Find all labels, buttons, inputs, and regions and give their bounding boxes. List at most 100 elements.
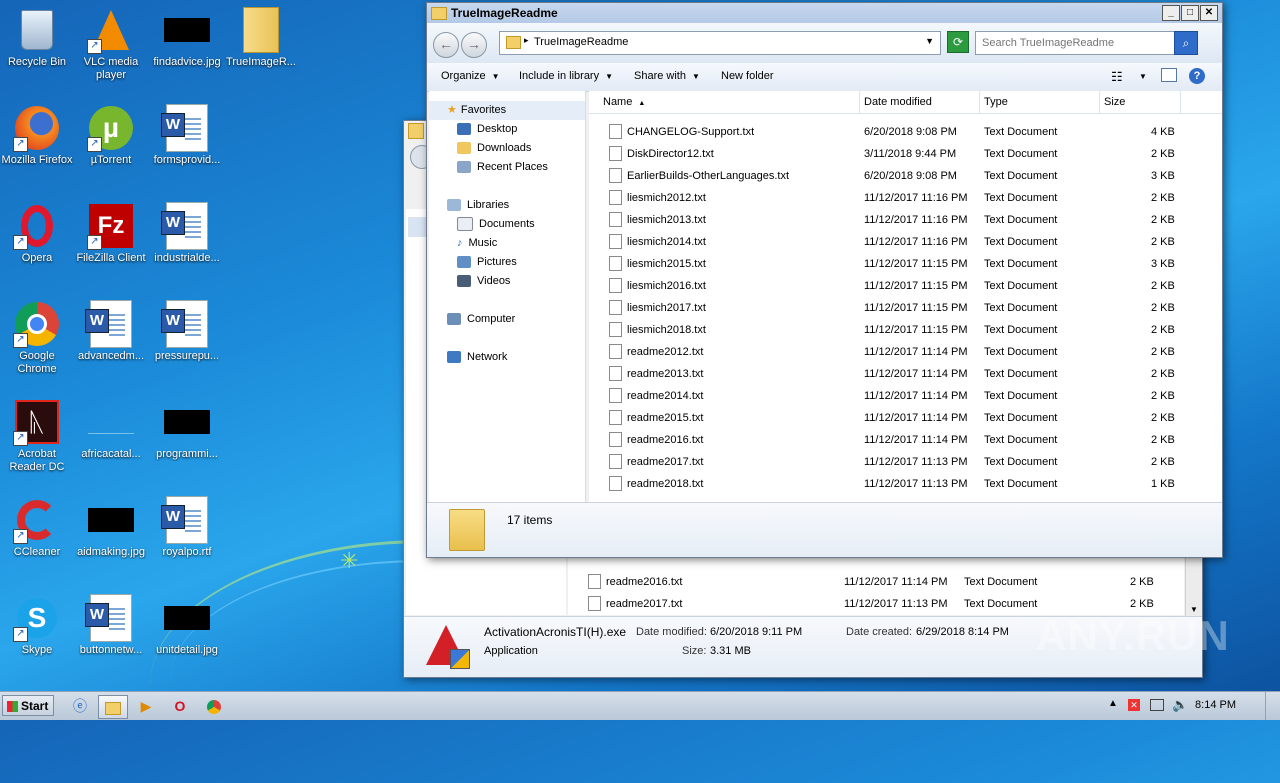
file-row[interactable]: readme2014.txt 11/12/2017 11:14 PM Text Do… [589, 385, 1222, 407]
nav-downloads[interactable]: Downloads [457, 139, 531, 158]
filezilla-icon: Fz ↗ [87, 202, 135, 250]
chrome-taskbar-icon[interactable] [200, 695, 228, 717]
start-button[interactable]: Start [2, 695, 54, 716]
desktop-icon-aidmaking[interactable]: aidmaking.jpg [74, 496, 148, 559]
tray-expand-icon[interactable]: ▲ [1108, 698, 1118, 709]
nav-documents[interactable]: Documents [457, 215, 535, 234]
file-row[interactable]: readme2018.txt 11/12/2017 11:13 PM Text Do… [589, 473, 1222, 495]
file-name-cell: liesmich2018.txt [609, 319, 706, 341]
nav-selected [408, 217, 428, 237]
file-name-cell: EarlierBuilds-OtherLanguages.txt [609, 165, 789, 187]
desktop-icon-skype[interactable]: S ↗ Skype [0, 594, 74, 657]
view-dropdown-icon[interactable]: ▼ [1139, 72, 1147, 81]
desktop-icon-africacatal[interactable]: africacatal... [74, 398, 148, 461]
file-row[interactable]: readme2012.txt 11/12/2017 11:14 PM Text Do… [589, 341, 1222, 363]
nav-pictures[interactable]: Pictures [457, 253, 517, 272]
desktop-icon-filezilla[interactable]: Fz ↗ FileZilla Client [74, 202, 148, 265]
text-file-icon [609, 123, 622, 139]
file-row[interactable]: DiskDirector12.txt 3/11/2018 9:44 PM Text … [589, 143, 1222, 165]
search-input[interactable] [976, 32, 1188, 54]
column-header-name[interactable]: Name ▲ [589, 91, 860, 113]
desktop-icon-unitdetail[interactable]: unitdetail.jpg [150, 594, 224, 657]
file-row[interactable]: readme2016.txt 11/12/2017 11:14 PM Text … [568, 571, 1184, 593]
action-center-icon[interactable]: ✕ [1128, 699, 1140, 711]
desktop-icon-industrialde[interactable]: W industrialde... [150, 202, 224, 265]
desktop-icon-firefox[interactable]: ↗ Mozilla Firefox [0, 104, 74, 167]
desktop-icon-vlc[interactable]: ↗ VLC media player [74, 6, 148, 82]
desktop-icon-advancedm[interactable]: W advancedm... [74, 300, 148, 363]
volume-icon[interactable]: 🔈 [1172, 697, 1188, 713]
search-box[interactable]: ⌕ [975, 31, 1198, 55]
desktop-icon-programmi[interactable]: programmi... [150, 398, 224, 461]
share-with-menu[interactable]: Share with ▼ [634, 70, 700, 82]
explorer-taskbar-icon[interactable] [98, 695, 128, 719]
file-row[interactable]: liesmich2014.txt 11/12/2017 11:16 PM Text … [589, 231, 1222, 253]
nav-libraries[interactable]: Libraries [447, 196, 509, 215]
nav-favorites[interactable]: ★ Favorites [429, 101, 585, 120]
desktop-icon-ccleaner[interactable]: ↗ CCleaner [0, 496, 74, 559]
word-document-icon: W [161, 104, 211, 152]
clock[interactable]: 8:14 PM [1195, 699, 1236, 711]
nav-music[interactable]: ♪ Music [457, 234, 497, 253]
organize-menu[interactable]: Organize ▼ [441, 70, 500, 82]
vertical-scrollbar[interactable]: ▼ [1185, 551, 1202, 617]
address-field[interactable]: ▸ TrueImageReadme ▼ [499, 31, 941, 55]
nav-desktop[interactable]: Desktop [457, 120, 517, 139]
column-header-type[interactable]: Type [980, 91, 1100, 113]
file-row[interactable]: liesmich2012.txt 11/12/2017 11:16 PM Text … [589, 187, 1222, 209]
file-name: liesmich2012.txt [627, 192, 706, 204]
file-row[interactable]: readme2016.txt 11/12/2017 11:14 PM Text Do… [589, 429, 1222, 451]
desktop-icon-chrome[interactable]: ↗ Google Chrome [0, 300, 74, 376]
desktop-icon-trueimage-folder[interactable]: TrueImageR... [224, 6, 298, 69]
back-button[interactable]: ← [433, 32, 459, 58]
file-name-cell: readme2018.txt [609, 473, 703, 495]
address-dropdown-icon[interactable]: ▼ [925, 36, 934, 46]
include-in-library-menu[interactable]: Include in library ▼ [519, 70, 613, 82]
nav-videos[interactable]: Videos [457, 272, 510, 291]
close-button[interactable]: ✕ [1200, 5, 1218, 21]
desktop-icon-formsprovid[interactable]: W formsprovid... [150, 104, 224, 167]
refresh-button[interactable]: ⟳ [947, 31, 969, 53]
desktop-icon-acrobat[interactable]: ᚣ ↗ Acrobat Reader DC [0, 398, 74, 474]
file-row[interactable]: liesmich2013.txt 11/12/2017 11:16 PM Text … [589, 209, 1222, 231]
preview-pane-icon[interactable] [1161, 68, 1177, 82]
desktop-icon-opera[interactable]: ↗ Opera [0, 202, 74, 265]
column-header-date[interactable]: Date modified [860, 91, 980, 113]
help-icon[interactable]: ? [1189, 68, 1205, 84]
network-tray-icon[interactable] [1150, 699, 1164, 711]
view-options-icon[interactable]: ☷ [1111, 69, 1123, 85]
nav-recent-places[interactable]: Recent Places [457, 158, 548, 177]
file-row[interactable]: liesmich2015.txt 11/12/2017 11:15 PM Text … [589, 253, 1222, 275]
nav-network[interactable]: Network [447, 348, 507, 367]
title-bar[interactable]: TrueImageReadme _ □ ✕ [427, 3, 1222, 23]
file-row[interactable]: CHANGELOG-Support.txt 6/20/2018 9:08 PM Te… [589, 121, 1222, 143]
file-name-cell: liesmich2016.txt [609, 275, 706, 297]
show-desktop-button[interactable] [1265, 692, 1280, 720]
file-row[interactable]: readme2013.txt 11/12/2017 11:14 PM Text Do… [589, 363, 1222, 385]
new-folder-button[interactable]: New folder [721, 70, 774, 82]
desktop-icon-pressurepu[interactable]: W pressurepu... [150, 300, 224, 363]
desktop-icon-recycle-bin[interactable]: Recycle Bin [0, 6, 74, 69]
search-icon[interactable]: ⌕ [1174, 31, 1198, 55]
file-row[interactable]: liesmich2017.txt 11/12/2017 11:15 PM Text … [589, 297, 1222, 319]
file-row[interactable]: readme2017.txt 11/12/2017 11:13 PM Text Do… [589, 451, 1222, 473]
desktop-icon-buttonnetw[interactable]: W buttonnetw... [74, 594, 148, 657]
file-row[interactable]: EarlierBuilds-OtherLanguages.txt 6/20/201… [589, 165, 1222, 187]
window-title: TrueImageReadme [451, 6, 558, 20]
media-player-icon[interactable]: ▶ [132, 695, 160, 717]
nav-computer[interactable]: Computer [447, 310, 515, 329]
minimize-button[interactable]: _ [1162, 5, 1180, 21]
desktop-icon-royalpo[interactable]: W royalpo.rtf [150, 496, 224, 559]
desktop-icon-utorrent[interactable]: µ ↗ µTorrent [74, 104, 148, 167]
file-row[interactable]: readme2015.txt 11/12/2017 11:14 PM Text Do… [589, 407, 1222, 429]
internet-explorer-icon[interactable]: ⓔ [66, 695, 94, 717]
breadcrumb-arrow-icon[interactable]: ▸ [524, 35, 529, 46]
desktop-icon-findadvice[interactable]: findadvice.jpg [150, 6, 224, 69]
opera-taskbar-icon[interactable]: O [166, 695, 194, 717]
column-header-size[interactable]: Size [1100, 91, 1181, 113]
file-row[interactable]: liesmich2018.txt 11/12/2017 11:15 PM Text … [589, 319, 1222, 341]
forward-button[interactable]: → [461, 32, 487, 58]
explorer-window[interactable]: TrueImageReadme _ □ ✕ ← → ▸ TrueImageRea… [426, 2, 1223, 558]
file-row[interactable]: liesmich2016.txt 11/12/2017 11:15 PM Text … [589, 275, 1222, 297]
maximize-button[interactable]: □ [1181, 5, 1199, 21]
